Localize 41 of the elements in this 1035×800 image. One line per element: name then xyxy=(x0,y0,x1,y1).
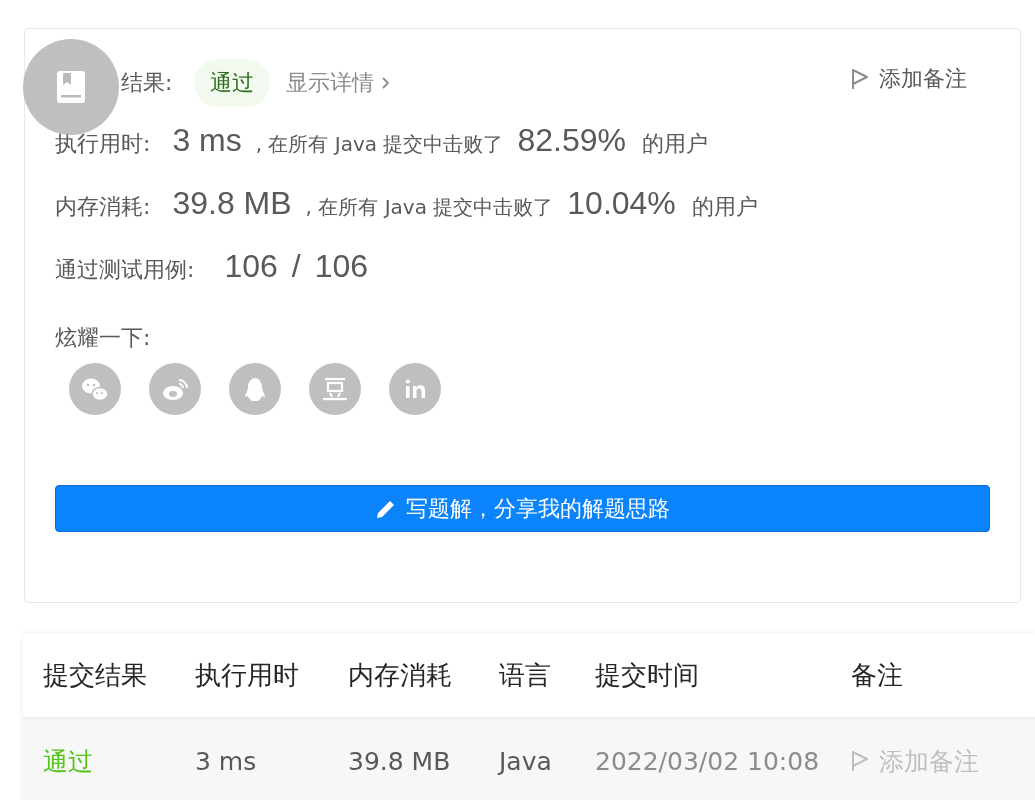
column-header: 备注 xyxy=(851,658,904,692)
share-wechat-icon[interactable] xyxy=(69,363,121,415)
share-douban-icon[interactable] xyxy=(309,363,361,415)
chevron-icon xyxy=(382,77,391,89)
stat-text: , 在所有 Java 提交中击败了 xyxy=(305,194,554,221)
percent-value: 10.04% xyxy=(567,185,676,222)
stat-text: , 在所有 Java 提交中击败了 xyxy=(255,131,504,158)
stat-text: 的用户 xyxy=(691,193,758,221)
column-header: 内存消耗 xyxy=(348,658,453,692)
share-linkedin-icon[interactable] xyxy=(389,363,441,415)
table-cell-text: 3 ms xyxy=(195,746,258,776)
field-label: 结果: xyxy=(121,69,173,97)
share-weibo-icon[interactable] xyxy=(149,363,201,415)
total-count: 106 xyxy=(314,248,369,285)
details-link[interactable]: 显示详情 xyxy=(286,68,391,98)
table-cell-text: 通过 xyxy=(43,745,94,778)
passed-count: 106 xyxy=(224,248,278,285)
stat-value: 3 ms xyxy=(172,122,242,159)
table-cell-text: 39.8 MB xyxy=(348,746,452,776)
share-qq-icon[interactable] xyxy=(229,363,281,415)
column-header: 提交时间 xyxy=(595,658,700,692)
table-cell-text: 2022/03/02 10:08 xyxy=(595,746,821,776)
field-label: 执行用时: xyxy=(55,130,151,158)
table-cell-text: Java xyxy=(499,746,553,776)
separator: / xyxy=(291,248,301,285)
column-header: 提交结果 xyxy=(43,658,148,692)
column-header: 执行用时 xyxy=(195,658,300,692)
stat-value: 39.8 MB xyxy=(172,185,292,222)
status-badge: 通过 xyxy=(194,59,271,107)
flag-icon xyxy=(851,68,869,90)
percent-value: 82.59% xyxy=(517,122,626,159)
pencil-icon xyxy=(375,498,396,519)
write-solution-button[interactable]: 写题解，分享我的解题思路 xyxy=(55,485,990,532)
flag-icon xyxy=(851,750,869,772)
field-label: 内存消耗: xyxy=(55,193,151,221)
share-label: 炫耀一下: xyxy=(55,324,152,352)
add-note-button[interactable]: 添加备注 xyxy=(851,64,967,94)
bookmark-icon xyxy=(56,70,86,104)
column-header: 语言 xyxy=(499,658,552,692)
field-label: 通过测试用例: xyxy=(55,256,195,284)
stat-text: 的用户 xyxy=(642,130,708,158)
